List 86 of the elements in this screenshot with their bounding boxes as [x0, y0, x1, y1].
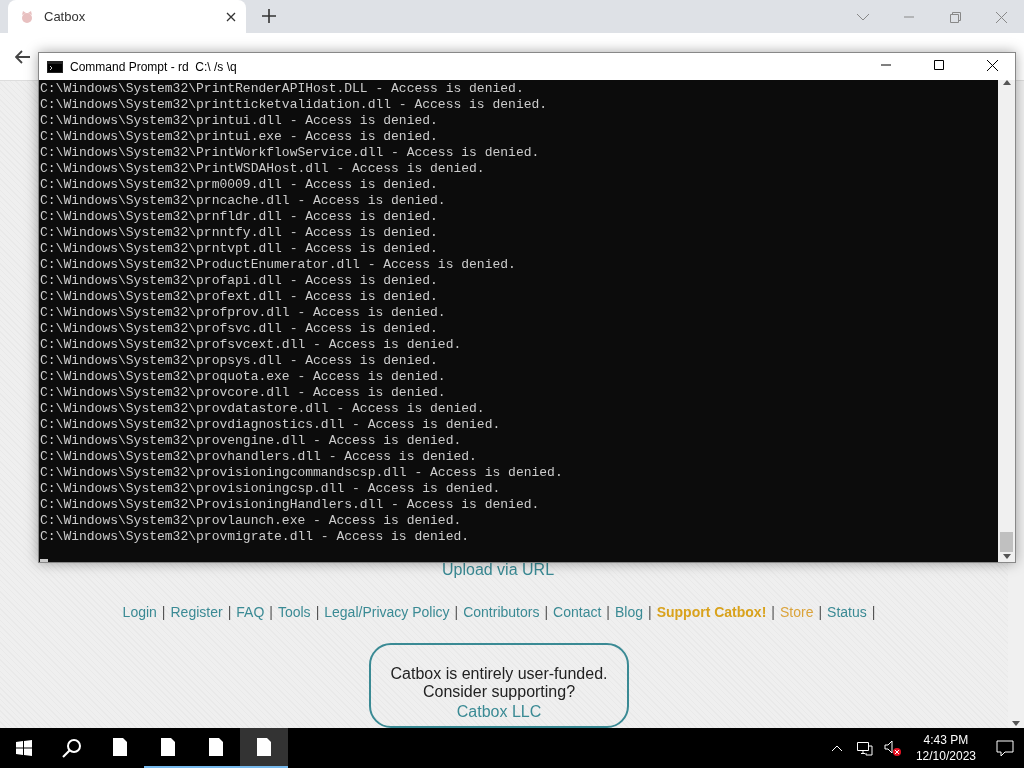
console-icon	[47, 60, 63, 73]
network-icon[interactable]	[856, 740, 874, 756]
console-line: C:\Windows\System32\provdiagnostics.dll - Access is denied.	[40, 417, 502, 433]
console-line: C:\Windows\System32\profprov.dll - Access is denied.	[40, 305, 447, 321]
scroll-down-arrow-icon[interactable]	[1002, 554, 1011, 559]
search-icon[interactable]	[62, 738, 82, 758]
console-line: C:\Windows\System32\PrintWorkflowService.dll - Access is denied.	[40, 145, 541, 161]
back-arrow-icon[interactable]	[15, 49, 31, 64]
nav-link[interactable]: Contact	[553, 604, 602, 620]
separator: |	[269, 604, 273, 620]
console-line: C:\Windows\System32\provcore.dll - Access is denied.	[40, 385, 447, 401]
console-line: C:\Windows\System32\printui.dll - Access is denied.	[40, 113, 439, 129]
text-cursor	[40, 559, 48, 562]
donation-text: Catbox is entirely user-funded.	[390, 665, 608, 683]
separator: |	[648, 604, 652, 620]
window-title: Command Prompt - rd C:\ /s \q	[70, 59, 238, 74]
nav-link[interactable]: Register	[170, 604, 223, 620]
console-line: C:\Windows\System32\propsys.dll - Access is denied.	[40, 353, 439, 369]
console-line: C:\Windows\System32\provlaunch.exe - Access is denied.	[40, 513, 463, 529]
console-line: C:\Windows\System32\printui.exe - Access is denied.	[40, 129, 439, 145]
nav-link[interactable]: Contributors	[463, 604, 540, 620]
document-icon	[209, 738, 223, 756]
separator: |	[454, 604, 459, 620]
separator: |	[771, 604, 775, 620]
nav-link[interactable]: Status	[827, 604, 867, 620]
console-line: C:\Windows\System32\prnfldr.dll - Access is denied.	[40, 209, 439, 225]
console-line: C:\Windows\System32\profsvcext.dll - Access is denied.	[40, 337, 463, 353]
windows-logo-icon[interactable]	[16, 740, 32, 756]
nav-link[interactable]: Login	[122, 604, 157, 620]
new-tab-icon[interactable]	[262, 9, 276, 23]
console-scrollbar[interactable]	[998, 80, 1015, 562]
console-line: C:\Windows\System32\PrintRenderAPIHost.DLL - Access is denied.	[40, 81, 525, 97]
console-line: C:\Windows\System32\prm0009.dll - Access is denied.	[40, 177, 439, 193]
separator: |	[871, 604, 876, 620]
scroll-up-arrow-icon[interactable]	[1002, 80, 1011, 85]
console-line: C:\Windows\System32\provengine.dll - Access is denied.	[40, 433, 463, 449]
donation-text: Consider supporting?	[422, 683, 576, 701]
console-line: C:\Windows\System32\provmigrate.dll - Access is denied.	[40, 529, 471, 545]
console-line: C:\Windows\System32\profext.dll - Access is denied.	[40, 289, 439, 305]
console-line: C:\Windows\System32\printticketvalidation.dll - Access is denied.	[40, 97, 549, 113]
console-line: C:\Windows\System32\provhandlers.dll - Access is denied.	[40, 449, 478, 465]
chevron-down-icon[interactable]	[856, 13, 870, 21]
console-line: C:\Windows\System32\ProductEnumerator.dll - Access is denied.	[40, 257, 517, 273]
separator: |	[161, 604, 166, 620]
separator: |	[544, 604, 549, 620]
notification-icon[interactable]	[996, 739, 1014, 757]
nav-link[interactable]: Blog	[615, 604, 643, 620]
catbox-llc-link[interactable]: Catbox LLC	[456, 703, 542, 721]
cat-favicon-icon	[20, 9, 34, 24]
nav-link[interactable]: Legal/Privacy Policy	[324, 604, 450, 620]
console-line: C:\Windows\System32\proquota.exe - Access is denied.	[40, 369, 447, 385]
maximize-icon[interactable]	[934, 60, 944, 70]
separator: |	[606, 604, 610, 620]
console-line: C:\Windows\System32\profsvc.dll - Access is denied.	[40, 321, 439, 337]
console-line: C:\Windows\System32\PrintWSDAHost.dll - Access is denied.	[40, 161, 486, 177]
scroll-thumb[interactable]	[1000, 532, 1013, 552]
tab-title: Catbox	[44, 9, 87, 24]
console-line: C:\Windows\System32\provisioningcommandscsp.dll - Access is denied.	[40, 465, 564, 481]
volume-muted-icon[interactable]	[883, 740, 902, 756]
separator: |	[818, 604, 823, 620]
document-icon	[257, 738, 271, 756]
browser-tab[interactable]: Catbox	[8, 0, 246, 33]
nav-link[interactable]: Support Catbox!	[656, 604, 767, 620]
document-icon	[113, 738, 127, 756]
console-line: C:\Windows\System32\profapi.dll - Access is denied.	[40, 273, 439, 289]
clock-date: 12/10/2023	[915, 748, 976, 764]
scroll-down-arrow-icon[interactable]	[1012, 721, 1020, 726]
taskbar-app-button[interactable]	[240, 728, 288, 768]
console-line: C:\Windows\System32\prnntfy.dll - Access is denied.	[40, 225, 439, 241]
console-line: C:\Windows\System32\prncache.dll - Access is denied.	[40, 193, 447, 209]
close-icon[interactable]	[226, 11, 236, 22]
console-line: C:\Windows\System32\provisioningcsp.dll - Access is denied.	[40, 481, 502, 497]
upload-via-url-link[interactable]: Upload via URL	[441, 561, 555, 579]
restore-icon[interactable]	[949, 11, 961, 23]
nav-link[interactable]: FAQ	[236, 604, 265, 620]
close-icon[interactable]	[986, 59, 998, 71]
separator: |	[315, 604, 320, 620]
console-line: C:\Windows\System32\ProvisioningHandlers.dll - Access is denied.	[40, 497, 541, 513]
nav-link[interactable]: Tools	[277, 604, 311, 620]
document-icon	[161, 738, 175, 756]
clock-time: 4:43 PM	[923, 732, 969, 748]
console-line: C:\Windows\System32\prntvpt.dll - Access is denied.	[40, 241, 439, 257]
console-line: C:\Windows\System32\provdatastore.dll - Access is denied.	[40, 401, 486, 417]
chevron-up-icon[interactable]	[830, 744, 843, 752]
separator: |	[227, 604, 232, 620]
nav-link[interactable]: Store	[779, 604, 814, 620]
